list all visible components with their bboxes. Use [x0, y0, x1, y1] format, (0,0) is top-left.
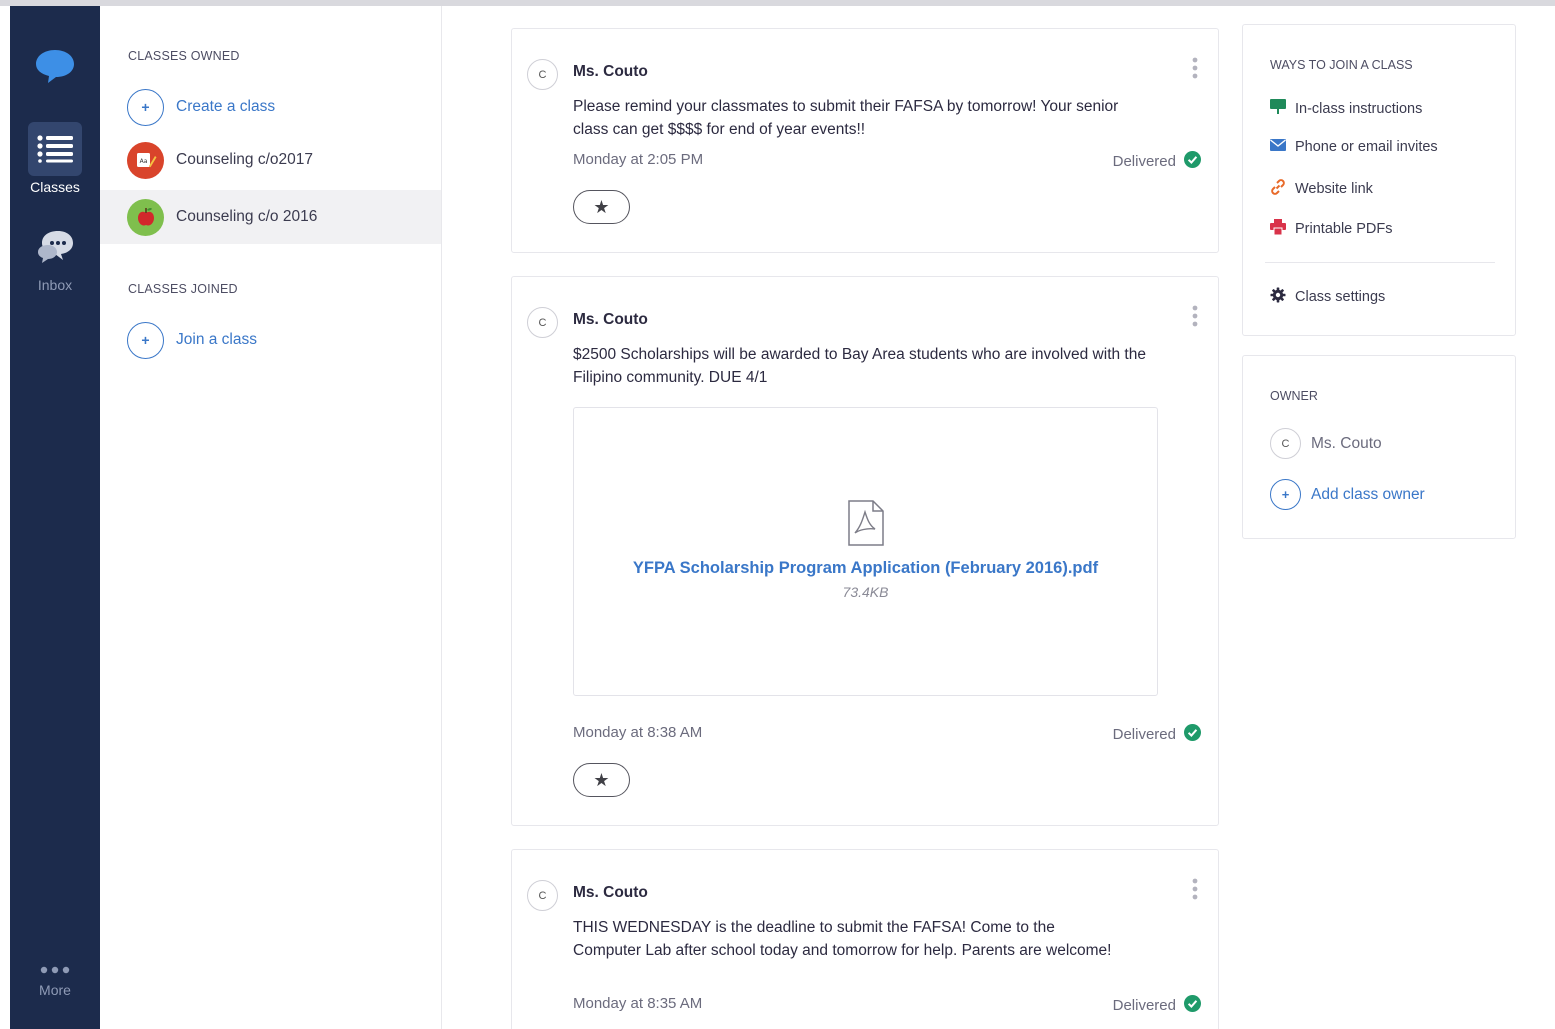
delivery-status: Delivered: [1113, 995, 1201, 1016]
join-class-button[interactable]: + Join a class: [100, 313, 441, 367]
way-label: In-class instructions: [1295, 100, 1423, 117]
presentation-icon: [1270, 99, 1295, 118]
plus-icon: +: [1270, 479, 1301, 510]
nav-classes-label: Classes: [30, 179, 80, 195]
nav-more[interactable]: More: [10, 961, 100, 998]
check-circle-icon: [1184, 995, 1201, 1016]
plus-icon: +: [127, 321, 164, 359]
envelope-icon: [1270, 139, 1295, 155]
avatar: C: [527, 59, 558, 90]
owner-panel: OWNER C Ms. Couto + Add class owner: [1242, 355, 1516, 539]
delivery-status-label: Delivered: [1112, 726, 1176, 743]
message-card: C Ms. Couto $2500 Scholarships will be a…: [511, 276, 1219, 826]
delivery-status-label: Delivered: [1112, 153, 1176, 170]
message-body: Please remind your classmates to submit …: [573, 98, 1119, 138]
class-name: Counseling c/o2017: [176, 151, 314, 168]
printer-icon: [1270, 219, 1295, 239]
nav-more-label: More: [39, 982, 71, 998]
avatar: C: [527, 880, 558, 911]
message-author: Ms. Couto: [573, 884, 648, 901]
gear-icon: [1270, 287, 1295, 307]
owner-heading: OWNER: [1270, 389, 1318, 403]
way-label: Website link: [1295, 181, 1373, 197]
classes-owned-heading: CLASSES OWNED: [128, 49, 240, 63]
pdf-file-icon: [847, 500, 885, 551]
message-card: C Ms. Couto THIS WEDNESDAY is the deadli…: [511, 849, 1219, 1029]
nav-inbox-label: Inbox: [37, 277, 73, 293]
nav-rail: Classes Inbox More: [10, 6, 100, 1029]
chat-bubbles-icon: [28, 220, 82, 274]
create-class-button[interactable]: + Create a class: [100, 80, 441, 134]
star-button[interactable]: ★: [573, 190, 630, 224]
apple-icon: [127, 198, 164, 236]
message-time: Monday at 8:35 AM: [573, 995, 703, 1012]
class-item-counseling-2017[interactable]: Aa Counseling c/o2017: [100, 133, 441, 187]
classes-joined-heading: CLASSES JOINED: [128, 282, 238, 296]
message-body: $2500 Scholarships will be awarded to Ba…: [573, 346, 1146, 386]
star-icon: ★: [593, 196, 610, 217]
nav-inbox[interactable]: Inbox: [10, 220, 100, 293]
check-circle-icon: [1184, 724, 1201, 745]
way-label: Printable PDFs: [1295, 221, 1393, 237]
more-options-icon[interactable]: [1192, 57, 1198, 84]
more-options-icon[interactable]: [1192, 305, 1198, 332]
join-class-label: Join a class: [176, 331, 257, 348]
plus-icon: +: [127, 88, 164, 126]
message-card: C Ms. Couto Please remind your classmate…: [511, 28, 1219, 253]
remind-logo-icon[interactable]: [34, 46, 76, 91]
classes-panel: CLASSES OWNED + Create a class Aa Counse…: [100, 6, 442, 1029]
link-icon: [1270, 179, 1295, 199]
delivery-status: Delivered: [1113, 151, 1201, 172]
avatar: C: [1270, 428, 1301, 459]
delivery-status: Delivered: [1113, 724, 1201, 745]
message-author: Ms. Couto: [573, 63, 648, 80]
message-body: THIS WEDNESDAY is the deadline to submit…: [573, 919, 1112, 959]
owner-item: C Ms. Couto: [1270, 428, 1382, 459]
message-time: Monday at 2:05 PM: [573, 151, 704, 168]
add-class-owner-label: Add class owner: [1311, 485, 1425, 503]
owner-name: Ms. Couto: [1311, 434, 1382, 452]
message-time: Monday at 8:38 AM: [573, 724, 703, 741]
nav-classes[interactable]: Classes: [10, 122, 100, 195]
window-left-gap: [0, 6, 10, 1029]
class-item-counseling-2016[interactable]: Counseling c/o 2016: [100, 190, 441, 244]
way-label: Phone or email invites: [1295, 139, 1438, 155]
in-class-instructions-link[interactable]: In-class instructions: [1270, 99, 1422, 118]
more-options-icon[interactable]: [1192, 878, 1198, 905]
check-circle-icon: [1184, 151, 1201, 172]
ways-to-join-heading: WAYS TO JOIN A CLASS: [1270, 58, 1413, 72]
delivery-status-label: Delivered: [1112, 997, 1176, 1014]
panel-divider: [1265, 262, 1495, 263]
svg-text:Aa: Aa: [139, 158, 147, 165]
more-dots-icon: [10, 961, 100, 979]
printable-pdfs-link[interactable]: Printable PDFs: [1270, 219, 1393, 239]
avatar: C: [527, 307, 558, 338]
ways-to-join-panel: WAYS TO JOIN A CLASS In-class instructio…: [1242, 24, 1516, 336]
class-settings-link[interactable]: Class settings: [1270, 287, 1385, 307]
class-name: Counseling c/o 2016: [176, 208, 318, 225]
list-icon: [28, 122, 82, 176]
create-class-label: Create a class: [176, 98, 276, 115]
website-link-link[interactable]: Website link: [1270, 179, 1373, 199]
class-settings-label: Class settings: [1295, 289, 1386, 305]
star-icon: ★: [593, 769, 610, 790]
phone-email-invites-link[interactable]: Phone or email invites: [1270, 139, 1438, 155]
attachment-filesize: 73.4KB: [842, 584, 889, 600]
dictionary-icon: Aa: [127, 141, 164, 179]
file-attachment[interactable]: YFPA Scholarship Program Application (Fe…: [573, 407, 1158, 696]
star-button[interactable]: ★: [573, 763, 630, 797]
message-author: Ms. Couto: [573, 311, 648, 328]
add-class-owner-button[interactable]: + Add class owner: [1270, 479, 1425, 510]
attachment-filename: YFPA Scholarship Program Application (Fe…: [632, 559, 1099, 577]
